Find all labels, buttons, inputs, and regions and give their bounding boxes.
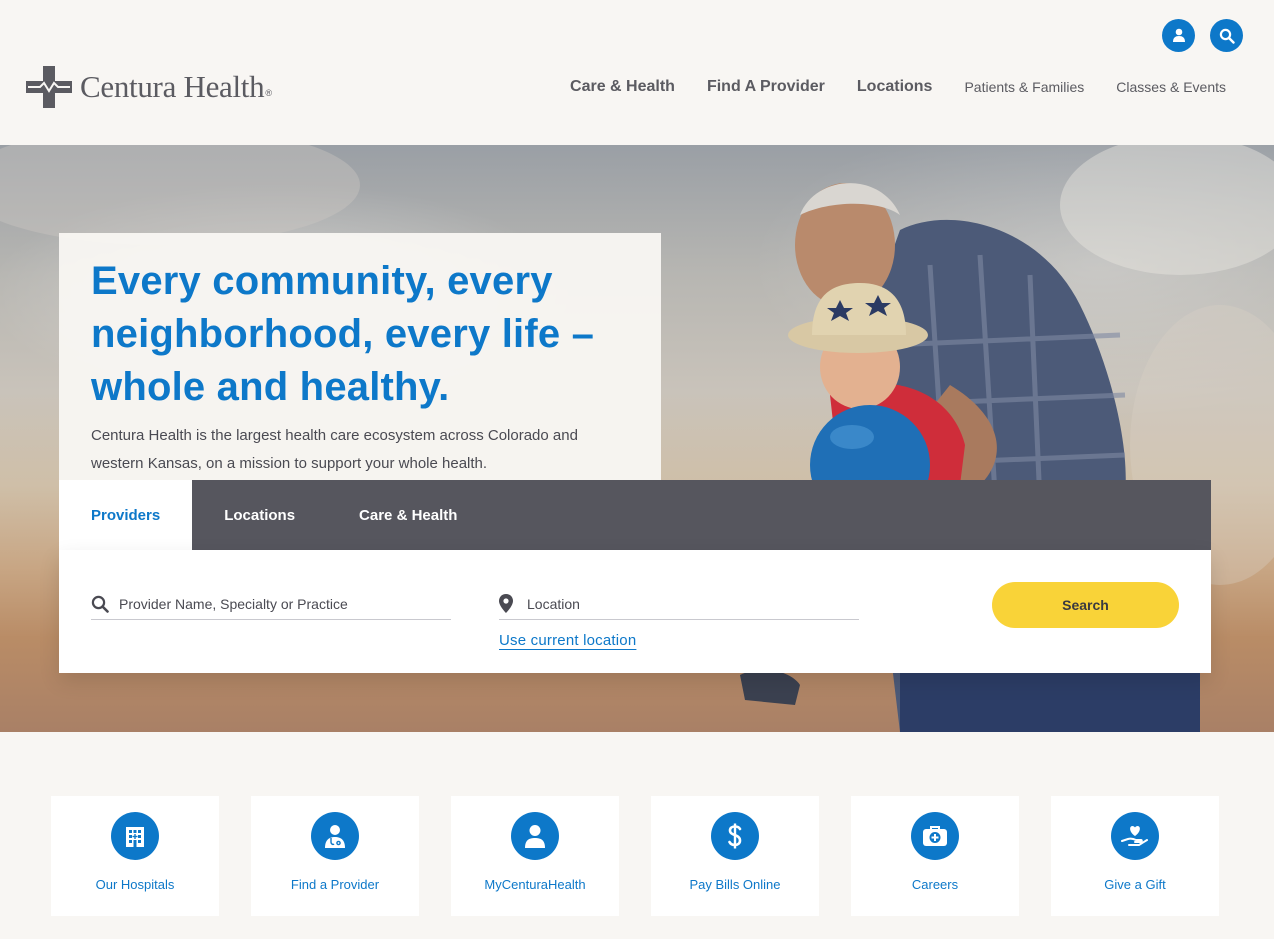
nav-care-health[interactable]: Care & Health <box>570 78 675 96</box>
dollar-icon <box>711 812 759 860</box>
person-icon <box>511 812 559 860</box>
location-field <box>499 588 859 620</box>
registered-mark: ® <box>265 88 272 98</box>
quick-link-careers[interactable]: Careers <box>851 796 1019 916</box>
tab-locations[interactable]: Locations <box>192 480 327 550</box>
quick-link-label: MyCenturaHealth <box>484 877 586 892</box>
account-icon <box>1172 28 1185 42</box>
provider-search-panel: Providers Locations Care & Health Use cu <box>59 480 1211 673</box>
nav-find-a-provider[interactable]: Find A Provider <box>707 78 825 96</box>
medical-bag-icon <box>911 812 959 860</box>
search-button[interactable]: Search <box>992 582 1179 628</box>
magnifier-icon <box>91 595 115 613</box>
tab-care-health[interactable]: Care & Health <box>327 480 489 550</box>
site-header: Centura Health ® Care & Health Find A Pr… <box>0 0 1274 145</box>
quick-link-mycenturahealth[interactable]: MyCenturaHealth <box>451 796 619 916</box>
logo[interactable]: Centura Health ® <box>26 66 272 108</box>
nav-locations[interactable]: Locations <box>857 78 933 96</box>
location-input[interactable] <box>527 595 847 612</box>
quick-link-find-a-provider[interactable]: Find a Provider <box>251 796 419 916</box>
hero-subtitle: Centura Health is the largest health car… <box>91 427 578 472</box>
map-pin-icon <box>499 594 523 613</box>
quick-link-label: Give a Gift <box>1104 877 1166 892</box>
centura-cross-icon <box>26 66 72 108</box>
account-button[interactable] <box>1162 19 1195 52</box>
search-form: Use current location Search <box>59 550 1211 673</box>
nav-classes-events[interactable]: Classes & Events <box>1116 79 1226 95</box>
quick-link-our-hospitals[interactable]: Our Hospitals <box>51 796 219 916</box>
site-search-button[interactable] <box>1210 19 1243 52</box>
hospital-icon <box>111 812 159 860</box>
main-nav: Care & Health Find A Provider Locations … <box>538 78 1226 96</box>
hero-card: Every community, every neighborhood, eve… <box>59 233 661 481</box>
quick-links: Our Hospitals Find a Provider MyCenturaH… <box>51 796 1219 916</box>
quick-link-label: Pay Bills Online <box>689 877 781 892</box>
nav-patients-families[interactable]: Patients & Families <box>964 79 1084 95</box>
quick-link-label: Find a Provider <box>290 877 380 892</box>
quick-link-pay-bills-online[interactable]: Pay Bills Online <box>651 796 819 916</box>
heart-hand-icon <box>1111 812 1159 860</box>
use-current-location-link[interactable]: Use current location <box>499 632 636 649</box>
search-icon <box>1219 28 1235 44</box>
search-tabs: Providers Locations Care & Health <box>59 480 1211 550</box>
doctor-icon <box>311 812 359 860</box>
hero-title: Every community, every neighborhood, eve… <box>91 259 595 409</box>
quick-link-give-a-gift[interactable]: Give a Gift <box>1051 796 1219 916</box>
provider-field <box>91 588 451 620</box>
quick-link-label: Careers <box>911 877 959 892</box>
quick-link-label: Our Hospitals <box>95 877 175 892</box>
tab-providers[interactable]: Providers <box>59 480 193 550</box>
provider-search-input[interactable] <box>119 595 439 612</box>
logo-wordmark: Centura Health <box>80 69 265 104</box>
